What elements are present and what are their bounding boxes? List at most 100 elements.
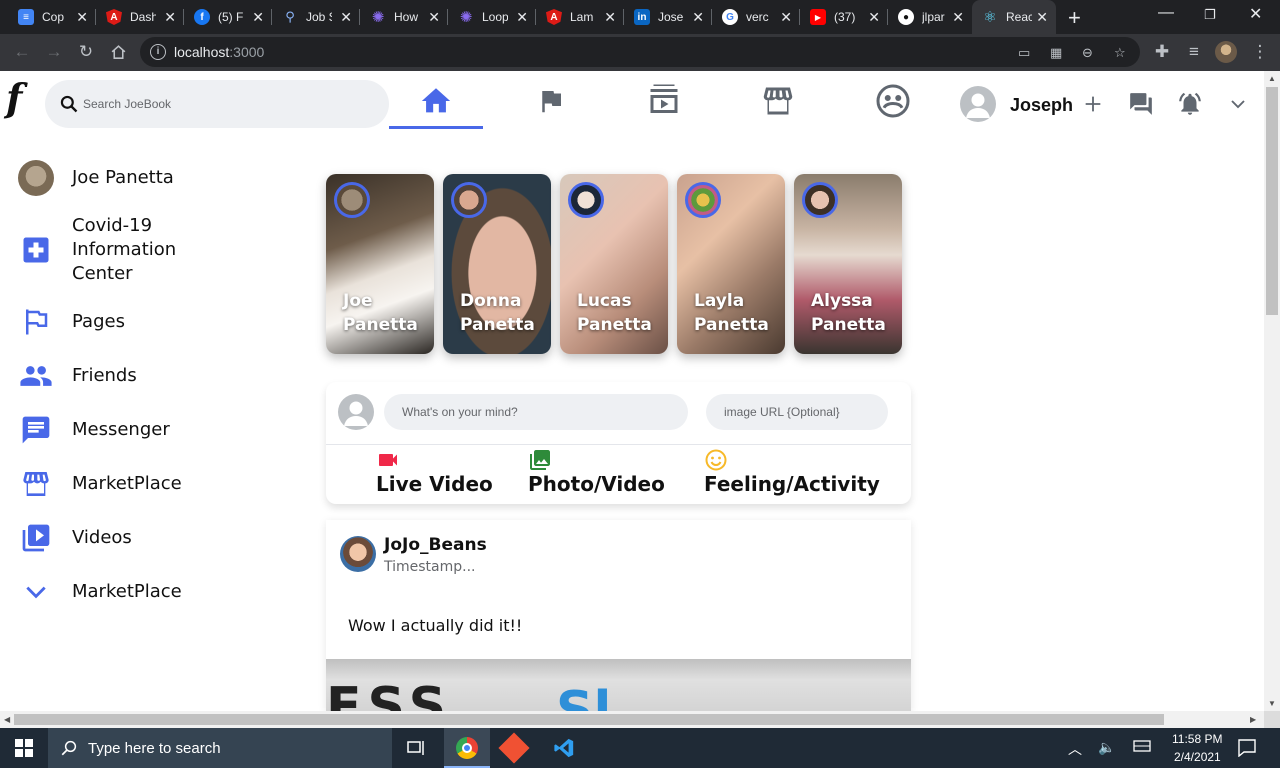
- browser-tab[interactable]: ● jlpar ✕: [888, 0, 972, 34]
- close-icon[interactable]: ✕: [428, 9, 440, 26]
- avatar[interactable]: [960, 86, 996, 122]
- story-card[interactable]: Layla Panetta: [677, 174, 785, 354]
- scroll-right-arrow-icon[interactable]: ▶: [1250, 715, 1256, 724]
- back-arrow-icon[interactable]: ←: [11, 41, 33, 63]
- task-view-icon[interactable]: [406, 738, 426, 763]
- sidebar-item-videos[interactable]: Videos: [18, 520, 132, 556]
- cast-icon[interactable]: ▭: [1018, 45, 1030, 61]
- bookmark-star-icon[interactable]: ☆: [1114, 45, 1126, 61]
- sidebar-item-covid[interactable]: Covid-19 Information Center: [18, 214, 192, 286]
- close-icon[interactable]: ✕: [1036, 9, 1048, 26]
- expand-more-icon[interactable]: [1228, 95, 1248, 118]
- nav-tab-home[interactable]: [389, 79, 483, 129]
- browser-tab[interactable]: G verc ✕: [712, 0, 800, 34]
- app-logo[interactable]: f: [6, 79, 22, 117]
- chrome-taskbar-button[interactable]: [444, 728, 490, 768]
- browser-tab[interactable]: A Lam ✕: [536, 0, 624, 34]
- live-video-option[interactable]: Live Video: [376, 448, 493, 496]
- browser-tab[interactable]: in Jose ✕: [624, 0, 712, 34]
- story-card[interactable]: Donna Panetta: [443, 174, 551, 354]
- extensions-icon[interactable]: ✚: [1151, 41, 1173, 63]
- scrollbar-thumb[interactable]: [1266, 87, 1278, 315]
- header-user-name[interactable]: Joseph: [1010, 95, 1073, 116]
- close-icon[interactable]: ✕: [252, 9, 264, 26]
- chevron-up-icon[interactable]: ︿: [1068, 739, 1082, 759]
- browser-tab[interactable]: ⚲ Job S ✕: [272, 0, 360, 34]
- clock-date[interactable]: 2/4/2021: [1174, 750, 1221, 764]
- forward-arrow-icon[interactable]: →: [43, 41, 65, 63]
- gitkraken-icon[interactable]: [498, 732, 530, 764]
- browser-tab[interactable]: ≡ Cop ✕: [8, 0, 96, 34]
- close-icon[interactable]: ✕: [76, 9, 88, 26]
- media-control-icon[interactable]: ≡: [1183, 41, 1205, 63]
- qr-code-icon[interactable]: ▦: [1050, 45, 1062, 61]
- avatar[interactable]: [340, 536, 376, 572]
- sidebar-item-profile[interactable]: Joe Panetta: [18, 160, 174, 196]
- scroll-left-arrow-icon[interactable]: ◀: [4, 715, 10, 724]
- minimize-button[interactable]: —: [1158, 4, 1174, 22]
- sidebar-item-marketplace[interactable]: MarketPlace: [18, 466, 182, 502]
- close-icon[interactable]: ✕: [164, 9, 176, 26]
- vertical-scrollbar[interactable]: ▲ ▼: [1264, 71, 1280, 711]
- nav-tab-groups[interactable]: [846, 79, 940, 127]
- scroll-down-arrow-icon[interactable]: ▼: [1268, 699, 1276, 708]
- forum-icon[interactable]: [1128, 91, 1154, 122]
- close-icon[interactable]: ✕: [868, 9, 880, 26]
- browser-tab[interactable]: ▶ (37) ✕: [800, 0, 888, 34]
- sidebar-item-friends[interactable]: Friends: [18, 358, 137, 394]
- nav-tab-marketplace[interactable]: [731, 79, 825, 127]
- add-icon[interactable]: [1082, 91, 1104, 122]
- sidebar-item-messenger[interactable]: Messenger: [18, 412, 170, 448]
- close-icon[interactable]: ✕: [516, 9, 528, 26]
- volume-icon[interactable]: 🔈: [1098, 739, 1115, 756]
- feeling-activity-option[interactable]: Feeling/Activity: [704, 448, 880, 496]
- photo-video-option[interactable]: Photo/Video: [528, 448, 665, 496]
- home-icon[interactable]: [107, 41, 129, 63]
- sidebar-item-pages[interactable]: Pages: [18, 304, 125, 340]
- nav-tab-pages[interactable]: [504, 79, 598, 127]
- url-text[interactable]: localhost:3000: [174, 44, 264, 60]
- network-icon[interactable]: [1133, 740, 1151, 757]
- horizontal-scrollbar[interactable]: ◀ ▶: [0, 711, 1264, 728]
- close-icon[interactable]: ✕: [340, 9, 352, 26]
- reload-icon[interactable]: ↻: [75, 41, 97, 63]
- scroll-up-arrow-icon[interactable]: ▲: [1268, 74, 1276, 83]
- notification-center-icon[interactable]: [1238, 739, 1256, 760]
- vscode-icon[interactable]: [553, 737, 575, 764]
- image-url-input[interactable]: [706, 394, 888, 430]
- more-options-icon[interactable]: ⋮: [1249, 41, 1271, 63]
- story-card[interactable]: Lucas Panetta: [560, 174, 668, 354]
- status-message-input[interactable]: [384, 394, 688, 430]
- nav-tab-watch[interactable]: [617, 79, 711, 127]
- story-card[interactable]: Alyssa Panetta: [794, 174, 902, 354]
- clock-time[interactable]: 11:58 PM: [1172, 732, 1222, 746]
- post-username[interactable]: JoJo_Beans: [384, 535, 487, 555]
- close-icon[interactable]: ✕: [692, 9, 704, 26]
- sidebar-item-more[interactable]: MarketPlace: [18, 574, 182, 610]
- close-icon[interactable]: ✕: [952, 9, 964, 26]
- windows-start-icon[interactable]: [15, 739, 33, 762]
- close-icon[interactable]: ✕: [604, 9, 616, 26]
- browser-tab[interactable]: f (5) F ✕: [184, 0, 272, 34]
- site-info-icon[interactable]: i: [150, 44, 166, 60]
- browser-profile-avatar[interactable]: [1215, 41, 1237, 63]
- zoom-icon[interactable]: ⊖: [1082, 45, 1093, 61]
- new-tab-button[interactable]: +: [1068, 5, 1081, 31]
- story-card[interactable]: Joe Panetta: [326, 174, 434, 354]
- window-close-button[interactable]: ✕: [1249, 4, 1262, 24]
- windows-taskbar: Type here to search ︿ 🔈 11:58 PM 2/4/202…: [0, 728, 1280, 768]
- scrollbar-thumb[interactable]: [14, 714, 1164, 725]
- restore-button[interactable]: ❐: [1204, 7, 1216, 23]
- close-icon[interactable]: ✕: [780, 9, 792, 26]
- search-box[interactable]: [45, 80, 389, 128]
- browser-tab[interactable]: ✺ How ✕: [360, 0, 448, 34]
- browser-tab[interactable]: ✺ Loop ✕: [448, 0, 536, 34]
- avatar: [338, 394, 374, 430]
- search-input[interactable]: [83, 94, 373, 114]
- address-bar[interactable]: i localhost:3000 ▭ ▦ ⊖ ☆: [140, 37, 1140, 67]
- taskbar-search-box[interactable]: Type here to search: [48, 728, 392, 768]
- browser-tab-active[interactable]: ⚛ Reac ✕: [972, 0, 1056, 34]
- story-name: Lucas Panetta: [577, 291, 652, 335]
- notifications-active-icon[interactable]: [1177, 91, 1203, 122]
- browser-tab[interactable]: A Dash ✕: [96, 0, 184, 34]
